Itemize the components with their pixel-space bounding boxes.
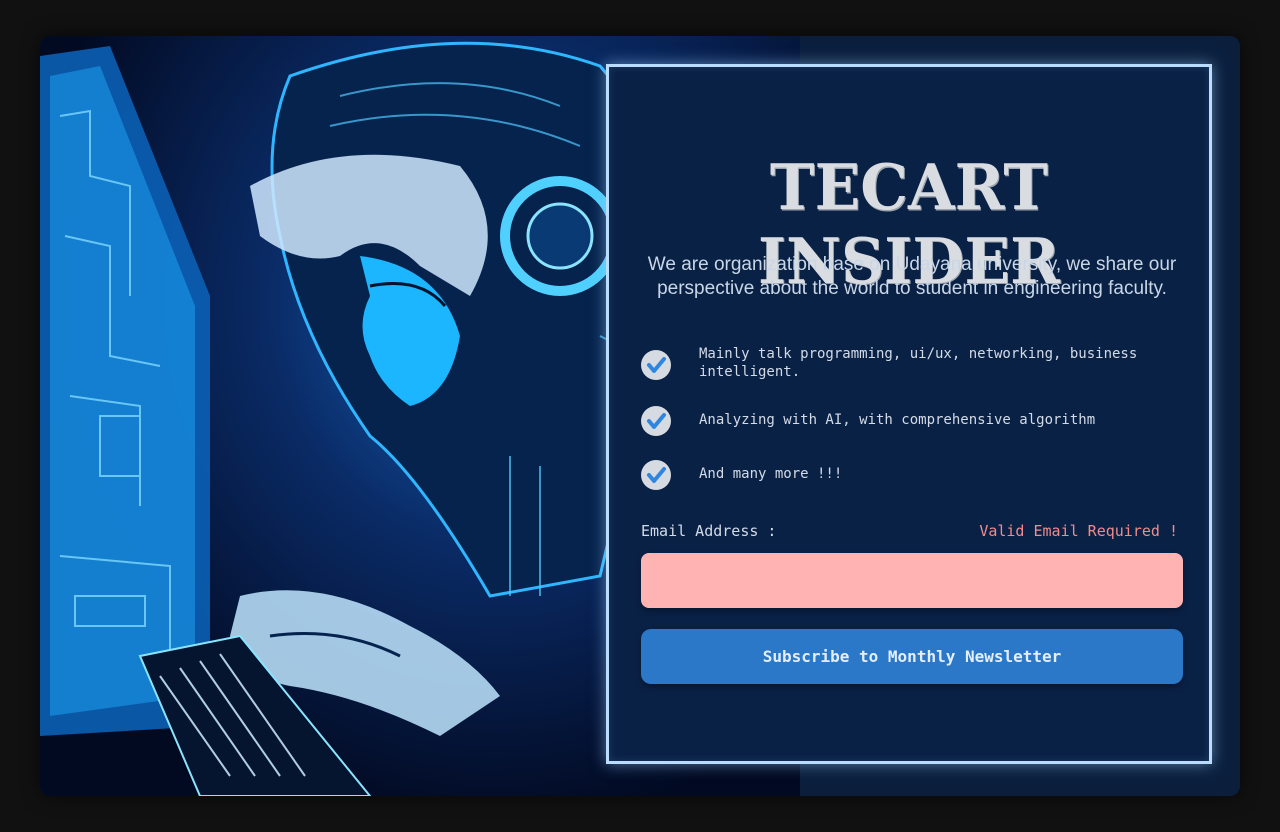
email-label: Email Address : (641, 522, 777, 540)
check-circle-icon (641, 406, 671, 436)
check-circle-icon (641, 460, 671, 490)
newsletter-panel: TECART INSIDER We are organization base … (606, 64, 1212, 764)
newsletter-card: TECART INSIDER We are organization base … (40, 36, 1240, 796)
check-circle-icon (641, 350, 671, 380)
subscribe-button[interactable]: Subscribe to Monthly Newsletter (641, 629, 1183, 684)
email-input[interactable] (641, 553, 1183, 608)
feature-text: And many more !!! (699, 466, 843, 482)
feature-text: Mainly talk programming, ui/ux, networki… (699, 346, 1138, 380)
newsletter-description: We are organization base on Udayana univ… (647, 254, 1177, 299)
email-error-message: Valid Email Required ! (979, 522, 1178, 540)
feature-text: Analyzing with AI, with comprehensive al… (699, 412, 1096, 428)
